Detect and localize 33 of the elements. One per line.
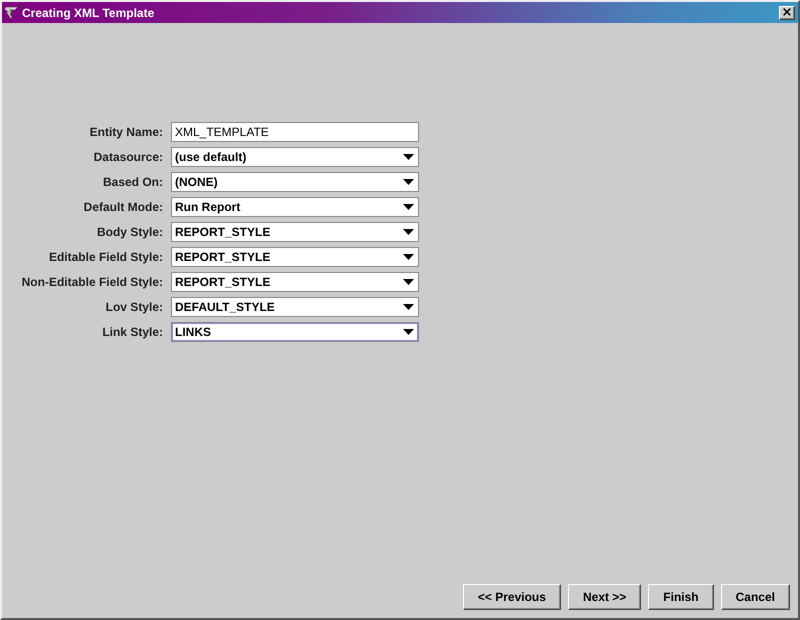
caret-icon xyxy=(403,154,414,160)
field-label: Entity Name: xyxy=(88,125,163,139)
caret-icon xyxy=(403,179,414,185)
field-label: Editable Field Style: xyxy=(48,250,163,264)
close-button[interactable]: × xyxy=(779,6,795,20)
field-label: Body Style: xyxy=(96,225,163,239)
wizard-button[interactable]: Cancel xyxy=(720,584,790,610)
wizard-button[interactable]: << Previous xyxy=(462,584,561,610)
field-label: Lov Style: xyxy=(104,300,163,314)
field-label: Link Style: xyxy=(101,325,163,339)
field-label: Based On: xyxy=(102,175,163,189)
caret-icon xyxy=(403,329,414,335)
window-title: Creating XML Template xyxy=(22,6,156,20)
dropdown[interactable]: REPORT_STYLE xyxy=(171,222,419,242)
dropdown[interactable]: LINKS xyxy=(171,322,419,342)
field-label: Datasource: xyxy=(92,150,163,164)
field-label: Default Mode: xyxy=(82,200,163,214)
dropdown[interactable]: (use default) xyxy=(171,147,419,167)
dropdown[interactable]: REPORT_STYLE xyxy=(171,247,419,267)
wizard-button[interactable]: Finish xyxy=(648,584,714,610)
caret-icon xyxy=(403,254,414,260)
tornado-icon xyxy=(5,5,19,20)
caret-icon xyxy=(403,279,414,285)
wizard-button[interactable]: Next >> xyxy=(568,584,642,610)
text-field[interactable]: XML_TEMPLATE xyxy=(171,122,419,142)
field-label: Non-Editable Field Style: xyxy=(20,275,163,289)
caret-icon xyxy=(403,229,414,235)
dropdown[interactable]: REPORT_STYLE xyxy=(171,272,419,292)
dropdown[interactable]: DEFAULT_STYLE xyxy=(171,297,419,317)
caret-icon xyxy=(403,304,414,310)
dropdown[interactable]: Run Report xyxy=(171,197,419,217)
dropdown[interactable]: (NONE) xyxy=(171,172,419,192)
caret-icon xyxy=(403,204,414,210)
